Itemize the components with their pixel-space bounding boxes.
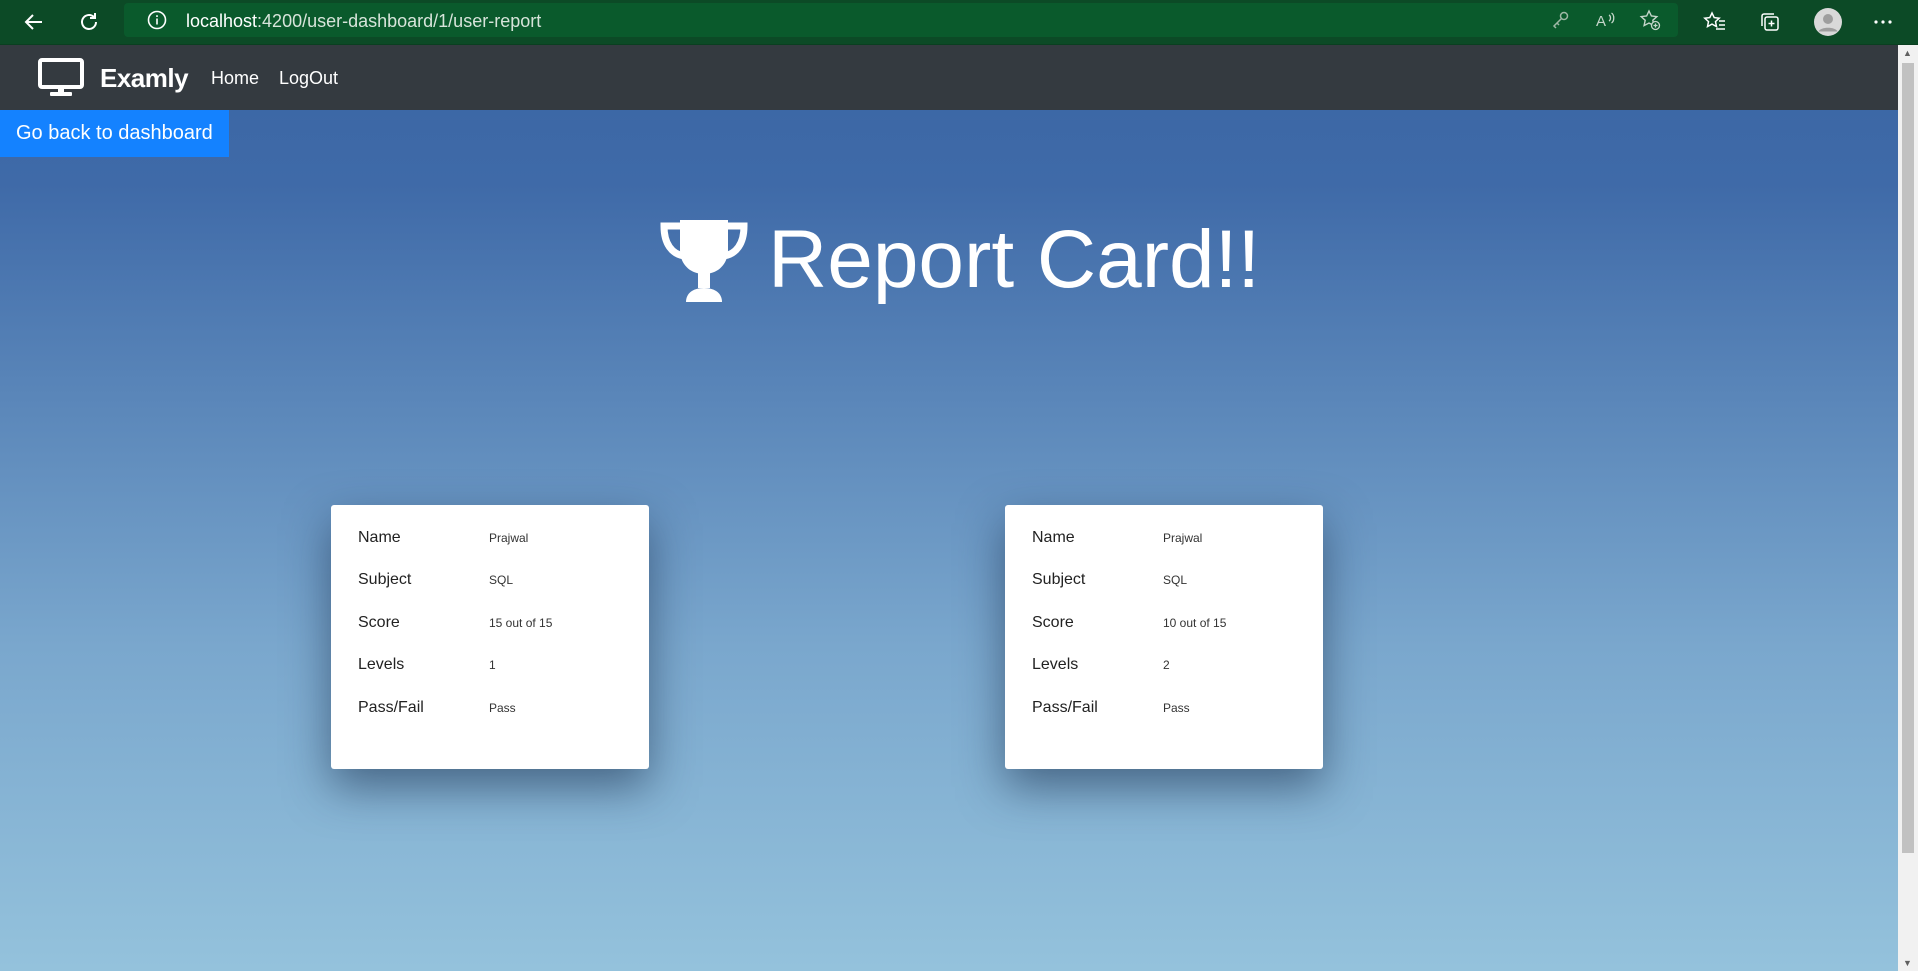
report-card-2: Name Prajwal Subject SQL Score 10 out of… [1005, 505, 1323, 769]
page-viewport: Examly Home LogOut Go back to dashboard … [0, 45, 1898, 971]
row-value: Pass [489, 701, 516, 715]
row-value: 10 out of 15 [1163, 616, 1227, 630]
brand-name[interactable]: Examly [100, 63, 189, 94]
row-value: Prajwal [1163, 531, 1203, 545]
profile-icon[interactable] [1813, 7, 1843, 37]
browser-toolbar: localhost:4200/user-dashboard/1/user-rep… [0, 0, 1918, 45]
card-row-score: Score 10 out of 15 [1032, 614, 1302, 636]
row-label: Score [358, 614, 400, 631]
monitor-icon [38, 58, 84, 103]
row-value: 2 [1163, 658, 1170, 672]
url-host: localhost [186, 11, 258, 31]
card-row-pass-fail: Pass/Fail Pass [358, 699, 628, 721]
refresh-icon[interactable] [74, 7, 104, 37]
go-back-button[interactable]: Go back to dashboard [0, 110, 229, 157]
row-value: SQL [1163, 573, 1188, 587]
row-label: Score [1032, 614, 1074, 631]
row-label: Name [358, 529, 401, 546]
app-navbar: Examly Home LogOut [0, 45, 1898, 110]
report-card-1: Name Prajwal Subject SQL Score 15 out of… [331, 505, 649, 769]
address-url[interactable]: localhost:4200/user-dashboard/1/user-rep… [186, 11, 541, 32]
card-row-subject: Subject SQL [1032, 571, 1302, 593]
card-row-levels: Levels 2 [1032, 656, 1302, 678]
card-row-subject: Subject SQL [358, 571, 628, 593]
row-value: Prajwal [489, 531, 529, 545]
card-row-name: Name Prajwal [358, 529, 628, 551]
read-aloud-icon[interactable]: A [1595, 9, 1617, 31]
row-value: 15 out of 15 [489, 616, 553, 630]
row-label: Pass/Fail [358, 699, 424, 716]
row-value: Pass [1163, 701, 1190, 715]
row-label: Subject [1032, 571, 1086, 588]
trophy-icon [658, 218, 750, 302]
favorites-icon[interactable] [1700, 7, 1730, 37]
more-icon[interactable] [1868, 7, 1898, 37]
row-label: Levels [358, 656, 405, 673]
url-path: :4200/user-dashboard/1/user-report [257, 11, 542, 31]
back-arrow-icon[interactable] [19, 7, 49, 37]
key-icon[interactable] [1550, 9, 1572, 31]
svg-text:A: A [1596, 13, 1606, 30]
page-title: Report Card!! [768, 214, 1261, 305]
row-label: Subject [358, 571, 412, 588]
card-row-levels: Levels 1 [358, 656, 628, 678]
card-row-name: Name Prajwal [1032, 529, 1302, 551]
row-label: Levels [1032, 656, 1079, 673]
row-value: SQL [489, 573, 514, 587]
scroll-down-icon[interactable]: ▼ [1903, 958, 1912, 968]
collections-icon[interactable] [1755, 7, 1785, 37]
info-icon[interactable] [146, 9, 168, 36]
nav-link-logout[interactable]: LogOut [279, 68, 338, 89]
row-value: 1 [489, 658, 496, 672]
scrollbar-thumb[interactable] [1902, 63, 1914, 853]
card-row-score: Score 15 out of 15 [358, 614, 628, 636]
card-row-pass-fail: Pass/Fail Pass [1032, 699, 1302, 721]
vertical-scrollbar[interactable]: ▲ ▼ [1898, 45, 1918, 971]
address-bar[interactable]: localhost:4200/user-dashboard/1/user-rep… [124, 3, 1678, 37]
report-heading: Report Card!! [658, 210, 1260, 310]
add-favorite-icon[interactable] [1639, 9, 1661, 31]
row-label: Pass/Fail [1032, 699, 1098, 716]
nav-link-home[interactable]: Home [211, 68, 259, 89]
row-label: Name [1032, 529, 1075, 546]
scroll-up-icon[interactable]: ▲ [1903, 48, 1912, 58]
